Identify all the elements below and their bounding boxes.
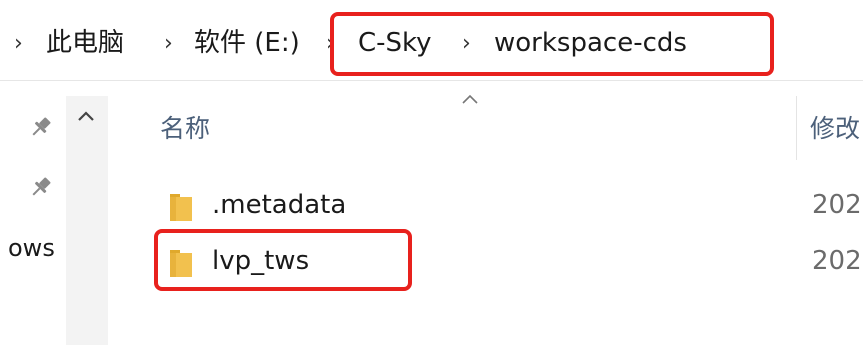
file-explorer-window: › 此电脑 › 软件 (E:) › C-Sky › workspace-cds …	[0, 0, 863, 345]
file-modified-date: 202	[812, 190, 862, 220]
nav-item-label[interactable]: ows	[8, 233, 55, 263]
column-header-name[interactable]: 名称	[160, 112, 210, 146]
column-header-modified[interactable]: 修改	[810, 112, 860, 146]
chevron-up-icon[interactable]	[72, 104, 100, 128]
breadcrumb-item-this-pc[interactable]: 此电脑	[46, 26, 124, 60]
file-modified-date: 202	[812, 246, 862, 276]
pin-icon[interactable]	[28, 174, 54, 200]
file-name[interactable]: .metadata	[212, 188, 346, 222]
folder-icon	[170, 194, 192, 221]
sort-ascending-icon	[462, 94, 478, 104]
list-item[interactable]: .metadata 202	[110, 184, 863, 228]
chevron-right-icon[interactable]: ›	[14, 30, 23, 58]
nav-scrollbar[interactable]	[66, 96, 108, 345]
chevron-right-icon[interactable]: ›	[164, 30, 173, 58]
highlight-box-breadcrumb	[330, 12, 774, 76]
highlight-box-lvp-tws	[154, 229, 412, 291]
breadcrumb-item-drive-e[interactable]: 软件 (E:)	[194, 26, 300, 60]
column-divider[interactable]	[796, 96, 797, 160]
address-bar-divider	[0, 80, 863, 81]
pin-icon[interactable]	[28, 114, 54, 140]
